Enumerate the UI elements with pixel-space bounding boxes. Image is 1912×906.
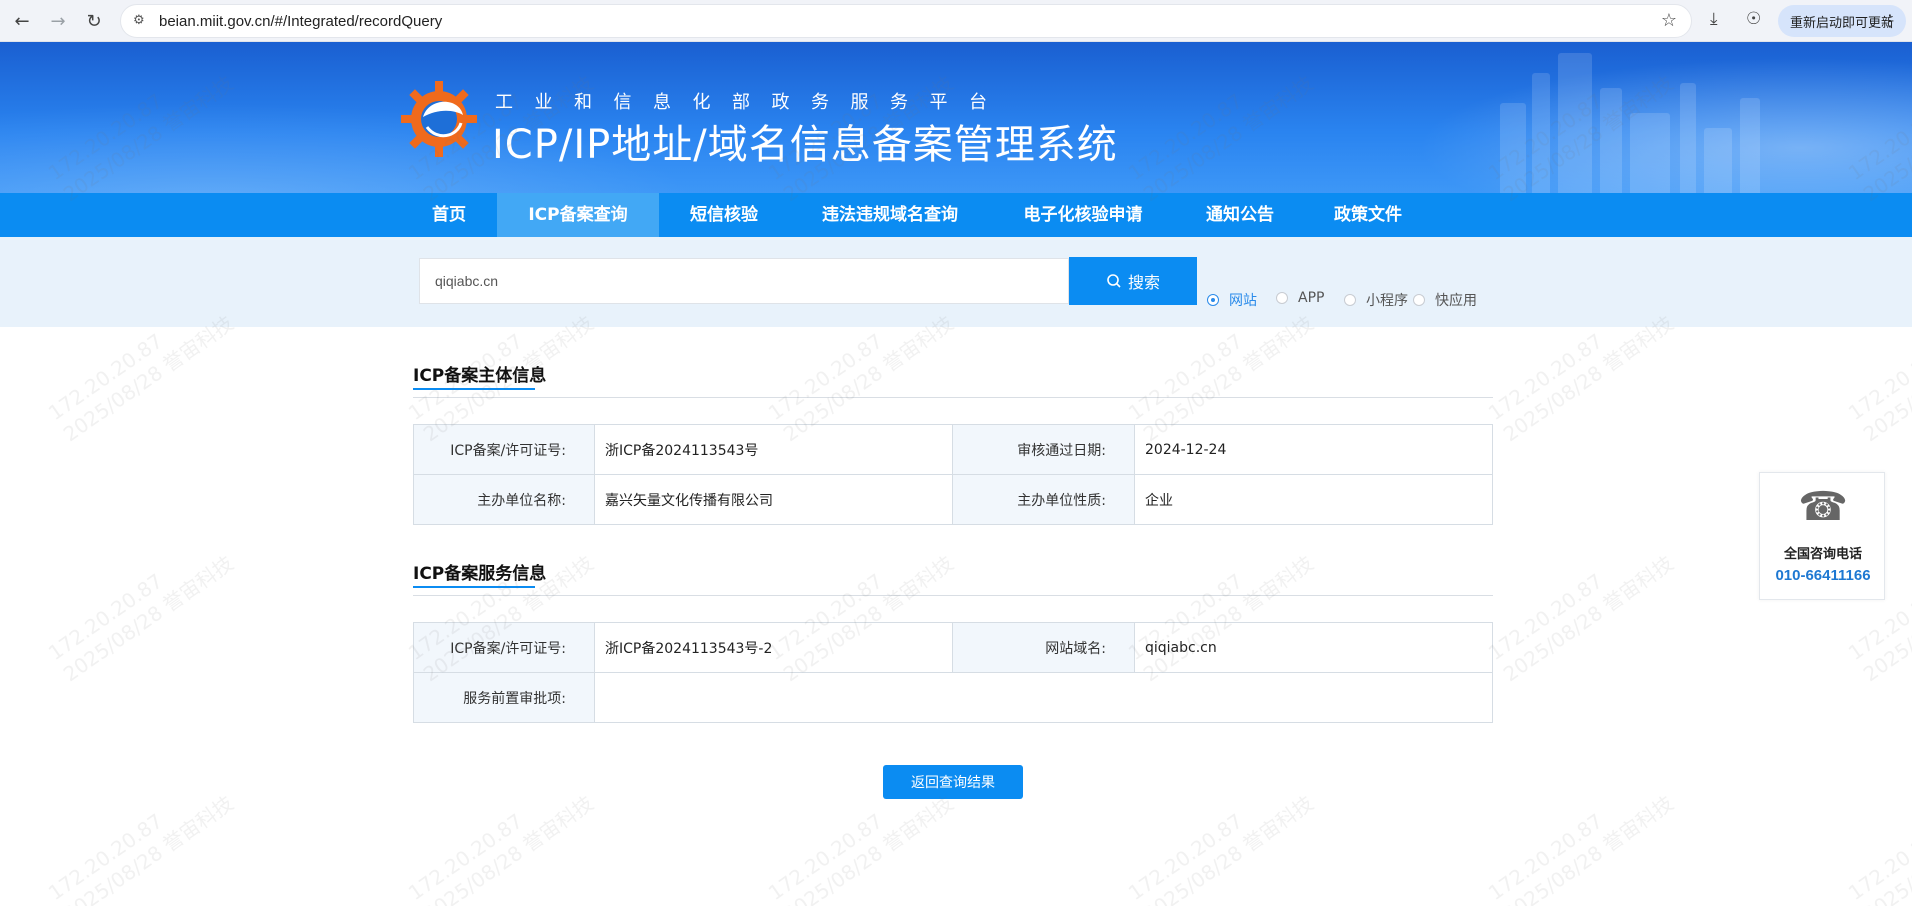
- main-nav: 首页 ICP备案查询 短信核验 违法违规域名查询 电子化核验申请 通知公告 政策…: [0, 193, 1912, 237]
- update-label: 重新启动即可更新: [1790, 15, 1895, 31]
- reload-icon[interactable]: ↻: [80, 7, 108, 35]
- radio-label-app: APP: [1298, 290, 1325, 306]
- skyline-tower: [1740, 98, 1760, 193]
- radio-type-website[interactable]: 网站: [1207, 290, 1257, 310]
- subject-section-title: ICP备案主体信息: [413, 366, 547, 386]
- update-button[interactable]: 重新启动即可更新 ⋮: [1778, 5, 1906, 37]
- watermark-text: 172.20.20.872025/08/28 誉宙科技: [403, 790, 598, 906]
- site-banner: 工业和信息化部政务服务平台 ICP/IP地址/域名信息备案管理系统: [0, 42, 1912, 193]
- subject-section-divider: [413, 397, 1493, 398]
- organizer-type-value: 企业: [1134, 474, 1493, 525]
- nav-item-e-verify[interactable]: 电子化核验申请: [1000, 193, 1166, 237]
- skyline-tower: [1532, 73, 1550, 193]
- back-to-results-button[interactable]: 返回查询结果: [883, 765, 1023, 799]
- search-icon: [1107, 274, 1121, 288]
- telephone-icon: ☎: [1798, 484, 1848, 530]
- license-number-label: ICP备案/许可证号:: [413, 424, 595, 475]
- watermark-text: 172.20.20.872025/08/28 誉宙科技: [1843, 791, 1912, 906]
- table-row: 主办单位名称: 嘉兴矢量文化传播有限公司 主办单位性质: 企业: [413, 474, 1493, 525]
- pre-approval-value: [594, 672, 1493, 723]
- address-url[interactable]: beian.miit.gov.cn/#/Integrated/recordQue…: [159, 13, 442, 30]
- organizer-type-label: 主办单位性质:: [952, 474, 1135, 525]
- forward-arrow-icon[interactable]: →: [44, 7, 72, 35]
- radio-label-quickapp: 快应用: [1435, 293, 1477, 309]
- hotline-label: 全国咨询电话: [1783, 547, 1862, 562]
- watermark-text: 172.20.20.872025/08/28 誉宙科技: [43, 550, 238, 687]
- organizer-name-label: 主办单位名称:: [413, 474, 595, 525]
- hotline-number: 010-66411166: [1775, 567, 1871, 584]
- service-license-value: 浙ICP备2024113543号-2: [594, 622, 953, 673]
- nav-item-notices[interactable]: 通知公告: [1184, 193, 1296, 237]
- radio-type-quickapp[interactable]: 快应用: [1413, 290, 1477, 310]
- watermark-text: 172.20.20.872025/08/28 誉宙科技: [43, 790, 238, 906]
- banner-title: ICP/IP地址/域名信息备案管理系统: [492, 122, 1118, 168]
- skyline-tower: [1630, 113, 1670, 193]
- radio-type-miniprogram[interactable]: 小程序: [1344, 290, 1408, 310]
- search-area: 搜索 网站 APP 小程序 快应用: [0, 237, 1912, 327]
- profile-icon[interactable]: ☉: [1746, 9, 1761, 29]
- browser-toolbar: ← → ↻ ⚙ beian.miit.gov.cn/#/Integrated/r…: [0, 0, 1912, 42]
- address-bar[interactable]: ⚙ beian.miit.gov.cn/#/Integrated/recordQ…: [120, 4, 1692, 38]
- more-menu-icon[interactable]: ⋮: [1882, 11, 1898, 30]
- approval-date-label: 审核通过日期:: [952, 424, 1135, 475]
- nav-item-icp-query[interactable]: ICP备案查询: [497, 193, 659, 237]
- pre-approval-label: 服务前置审批项:: [413, 672, 595, 723]
- skyline-tower: [1500, 103, 1526, 193]
- table-row: ICP备案/许可证号: 浙ICP备2024113543号 审核通过日期: 202…: [413, 424, 1493, 475]
- domain-label: 网站域名:: [952, 622, 1135, 673]
- search-button[interactable]: 搜索: [1069, 257, 1197, 305]
- table-row: 服务前置审批项:: [413, 672, 1493, 723]
- site-settings-icon[interactable]: ⚙: [133, 13, 145, 28]
- approval-date-value: 2024-12-24: [1134, 424, 1493, 475]
- watermark-text: 172.20.20.872025/08/28 誉宙科技: [1483, 550, 1678, 687]
- table-row: ICP备案/许可证号: 浙ICP备2024113543号-2 网站域名: qiq…: [413, 622, 1493, 673]
- subject-title-underline: [413, 388, 535, 390]
- nav-item-illegal-domain[interactable]: 违法违规域名查询: [800, 193, 980, 237]
- radio-unchecked-icon[interactable]: [1413, 294, 1425, 306]
- organizer-name-value: 嘉兴矢量文化传播有限公司: [594, 474, 953, 525]
- skyline-tower: [1600, 88, 1622, 193]
- service-section-divider: [413, 595, 1493, 596]
- radio-unchecked-icon[interactable]: [1276, 292, 1288, 304]
- subject-info-table: ICP备案/许可证号: 浙ICP备2024113543号 审核通过日期: 202…: [413, 424, 1493, 525]
- radio-checked-icon[interactable]: [1207, 294, 1219, 306]
- service-section-title: ICP备案服务信息: [413, 564, 547, 584]
- nav-item-sms-verify[interactable]: 短信核验: [665, 193, 783, 237]
- bookmark-star-icon[interactable]: ☆: [1661, 10, 1677, 31]
- service-info-table: ICP备案/许可证号: 浙ICP备2024113543号-2 网站域名: qiq…: [413, 622, 1493, 723]
- radio-label-miniprogram: 小程序: [1366, 293, 1408, 309]
- service-license-label: ICP备案/许可证号:: [413, 622, 595, 673]
- radio-label-website: 网站: [1229, 293, 1257, 309]
- skyline-tower: [1558, 53, 1592, 193]
- license-number-value: 浙ICP备2024113543号: [594, 424, 953, 475]
- watermark-text: 172.20.20.872025/08/28 誉宙科技: [1123, 790, 1318, 906]
- skyline-tower: [1704, 128, 1732, 193]
- nav-item-home[interactable]: 首页: [407, 193, 491, 237]
- radio-unchecked-icon[interactable]: [1344, 294, 1356, 306]
- service-title-underline: [413, 586, 535, 588]
- nav-item-policy[interactable]: 政策文件: [1310, 193, 1426, 237]
- search-input[interactable]: [419, 258, 1069, 304]
- miit-logo-icon: [401, 81, 477, 157]
- watermark-text: 172.20.20.872025/08/28 誉宙科技: [1483, 790, 1678, 906]
- domain-value: qiqiabc.cn: [1134, 622, 1493, 673]
- radio-type-app[interactable]: APP: [1276, 290, 1324, 306]
- search-button-label: 搜索: [1127, 273, 1160, 292]
- hotline-widget[interactable]: ☎ 全国咨询电话 010-66411166: [1759, 472, 1885, 600]
- banner-subtitle: 工业和信息化部政务服务平台: [495, 92, 1009, 113]
- skyline-tower: [1680, 83, 1696, 193]
- back-arrow-icon[interactable]: ←: [8, 7, 36, 35]
- download-icon[interactable]: ⤓: [1710, 9, 1718, 29]
